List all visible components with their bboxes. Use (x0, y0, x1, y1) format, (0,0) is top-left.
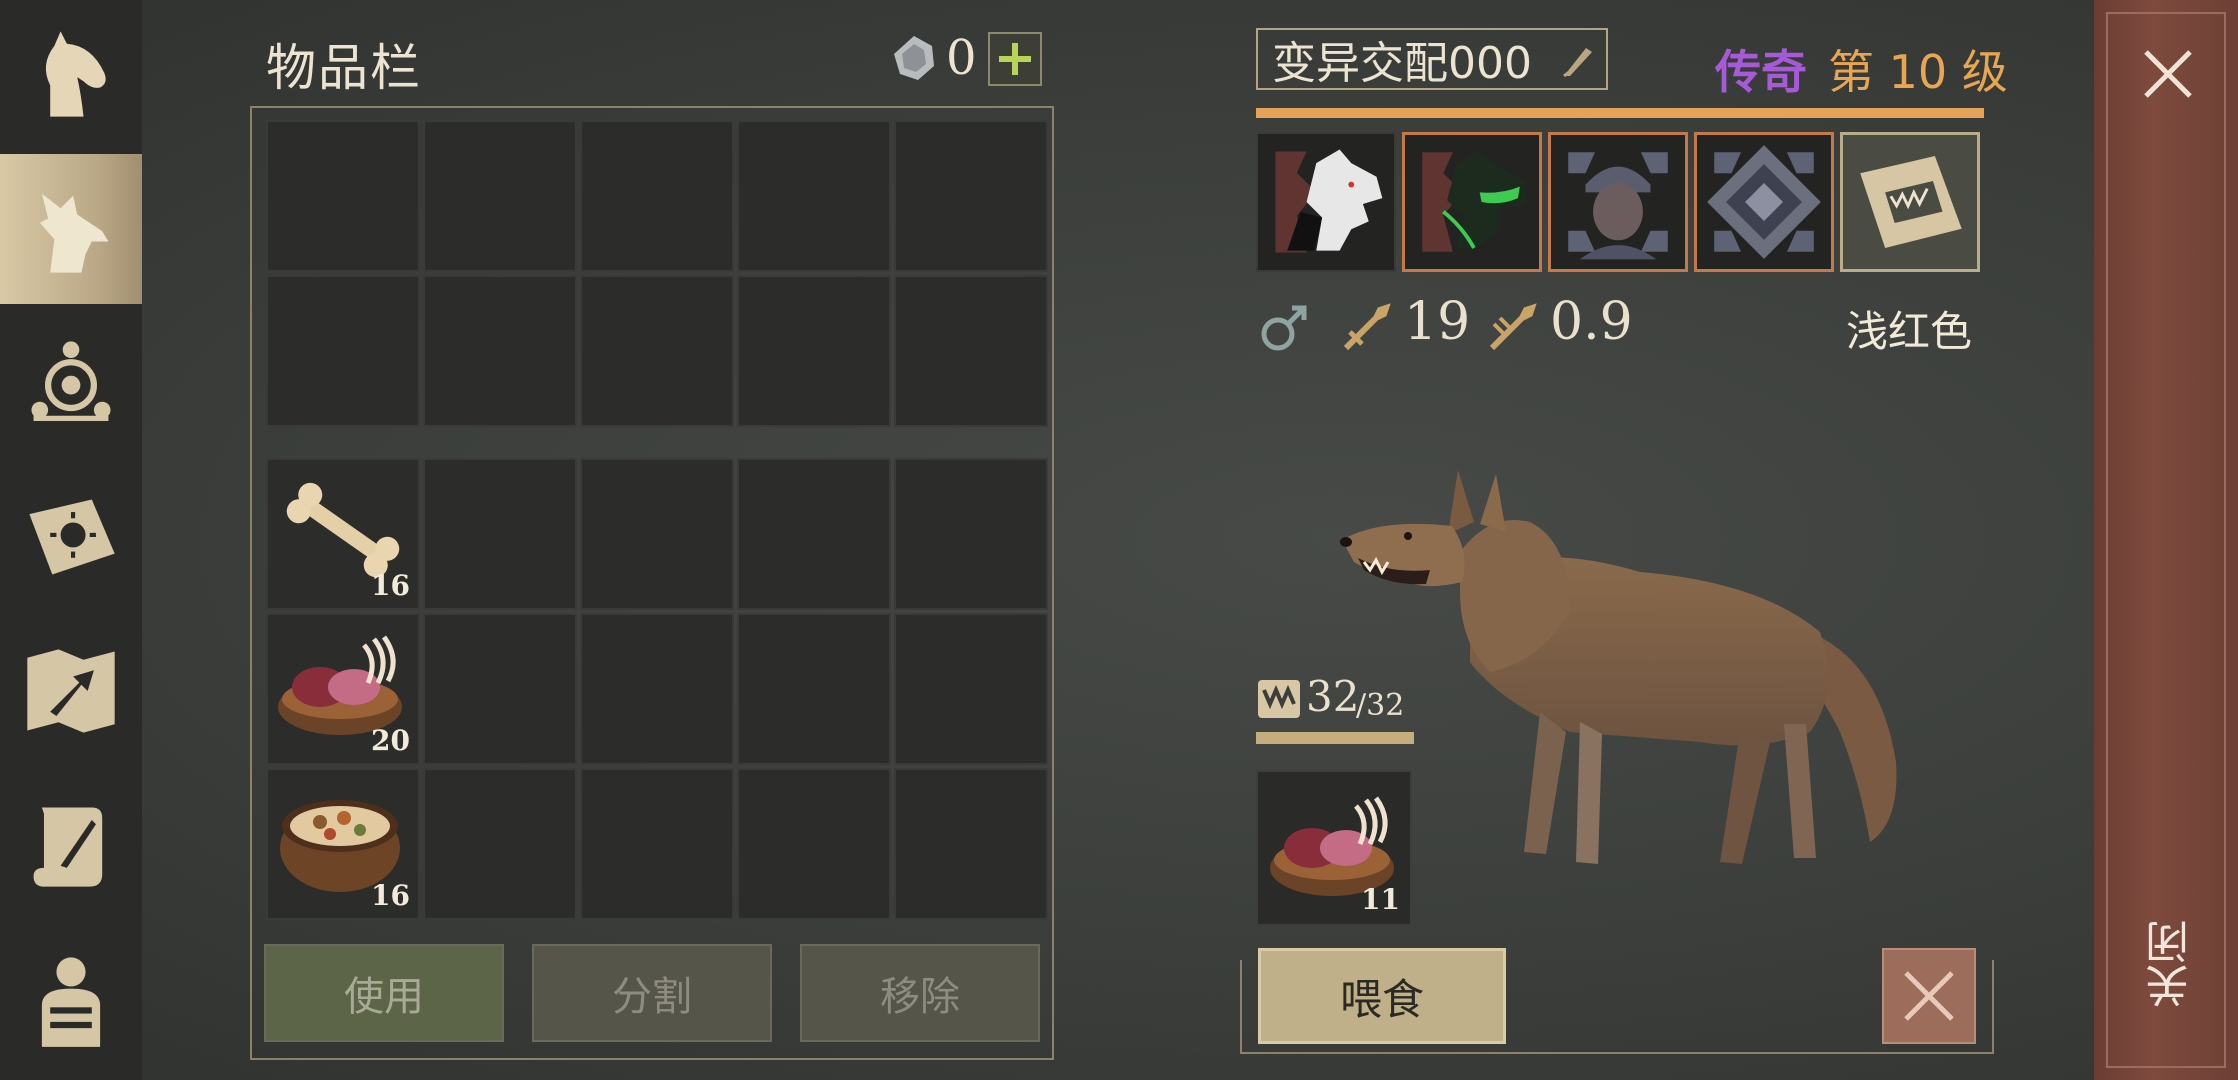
hunger-current: 32 (1306, 672, 1360, 721)
attack-icon (1343, 303, 1391, 351)
inventory-slot[interactable] (266, 120, 420, 272)
remove-button[interactable]: 移除 (800, 944, 1040, 1042)
inventory-slot[interactable] (423, 458, 577, 610)
skill-row (1256, 132, 1980, 272)
inventory-slot-raw-meat[interactable]: 20 (266, 613, 420, 765)
nav-map[interactable] (0, 616, 142, 766)
inventory-slot[interactable] (894, 613, 1048, 765)
inventory-slot[interactable] (894, 768, 1048, 920)
inventory-slot[interactable] (894, 120, 1048, 272)
wolf-head-green-icon (1422, 150, 1526, 252)
nav-horse[interactable] (0, 0, 142, 150)
pet-name-field[interactable]: 变异交配000 (1256, 28, 1608, 90)
inventory-slot[interactable] (894, 458, 1048, 610)
side-nav (0, 0, 142, 1080)
close-icon (1904, 971, 1954, 1021)
fang-book-icon (1860, 156, 1962, 248)
scroll-quill-icon (33, 807, 103, 887)
speed-icon (1489, 303, 1537, 351)
inventory-slot[interactable] (423, 275, 577, 427)
pet-level: 第 10 级 (1828, 45, 2008, 99)
item-quantity: 11 (1361, 883, 1400, 916)
map-arrow-icon (27, 649, 115, 733)
coin-icon (894, 36, 934, 80)
nav-character[interactable] (0, 924, 142, 1074)
inventory-title: 物品栏 (266, 39, 422, 97)
rename-quill-icon[interactable] (1558, 42, 1596, 80)
chains-icon (1707, 145, 1821, 259)
character-icon (41, 957, 101, 1047)
nav-sun-book[interactable] (0, 462, 142, 612)
inventory-grid-top (266, 120, 1048, 427)
coin-count: 0 (946, 30, 977, 86)
inventory-slot[interactable] (737, 458, 891, 610)
feed-item-slot[interactable]: 11 (1256, 770, 1412, 926)
inventory-slot-bone[interactable]: 16 (266, 458, 420, 610)
hunger-fang-icon (1258, 680, 1300, 718)
close-panel-border (2106, 12, 2226, 1068)
item-quantity: 16 (371, 569, 410, 602)
hunger-max: /32 (1356, 688, 1405, 723)
soldier-icon (1568, 152, 1668, 260)
wolf-icon (39, 193, 109, 273)
wolf-head-white-icon (1275, 149, 1383, 253)
split-button[interactable]: 分割 (532, 944, 772, 1042)
close-panel[interactable] (2094, 0, 2238, 1080)
item-quantity: 16 (371, 879, 410, 912)
nav-scroll[interactable] (0, 770, 142, 920)
inventory-grid-bottom: 16 20 16 (266, 458, 1048, 920)
inventory-slot[interactable] (737, 275, 891, 427)
inventory-slot[interactable] (737, 613, 891, 765)
hunger-bar (1256, 732, 1414, 744)
pet-rarity: 传奇 (1715, 45, 1807, 99)
inventory-slot[interactable] (423, 613, 577, 765)
inventory-slot[interactable] (580, 458, 734, 610)
pet-name: 变异交配000 (1272, 38, 1532, 89)
inventory-slot[interactable] (580, 120, 734, 272)
nav-network[interactable] (0, 308, 142, 458)
skill-slot[interactable] (1402, 132, 1542, 272)
panel-frame (1992, 960, 1994, 1054)
skill-slot[interactable] (1256, 132, 1396, 272)
close-label[interactable]: 关闭 (2140, 920, 2197, 1008)
inventory-slot[interactable] (737, 768, 891, 920)
inventory-slot[interactable] (423, 120, 577, 272)
panel-frame (1240, 1052, 1994, 1056)
skill-slot[interactable] (1694, 132, 1834, 272)
inventory-slot[interactable] (580, 275, 734, 427)
inventory-slot[interactable] (737, 120, 891, 272)
use-button[interactable]: 使用 (264, 944, 504, 1042)
item-quantity: 20 (371, 724, 410, 757)
pet-color-name: 浅红色 (1846, 307, 1973, 356)
network-icon (31, 341, 111, 421)
feed-button[interactable]: 喂食 (1258, 948, 1506, 1044)
add-coins-button[interactable] (988, 32, 1042, 86)
close-icon[interactable] (2138, 44, 2198, 104)
wolf-model (1340, 470, 1897, 864)
attack-value: 19 (1404, 292, 1471, 352)
inventory-slot[interactable] (580, 768, 734, 920)
clear-feed-button[interactable] (1882, 948, 1976, 1044)
horse-icon (45, 31, 106, 117)
accent-bar (1256, 108, 1984, 118)
panel-frame (1240, 960, 1242, 1054)
inventory-slot-stew[interactable]: 16 (266, 768, 420, 920)
plus-icon (999, 43, 1031, 75)
inventory-slot[interactable] (423, 768, 577, 920)
inventory-slot[interactable] (580, 613, 734, 765)
inventory-slot[interactable] (266, 275, 420, 427)
inventory-slot[interactable] (894, 275, 1048, 427)
skill-slot[interactable] (1548, 132, 1688, 272)
skill-slot[interactable] (1840, 132, 1980, 272)
sun-book-icon (29, 499, 115, 575)
nav-wolf[interactable] (0, 154, 142, 304)
male-icon (1261, 305, 1307, 351)
speed-value: 0.9 (1550, 292, 1633, 352)
